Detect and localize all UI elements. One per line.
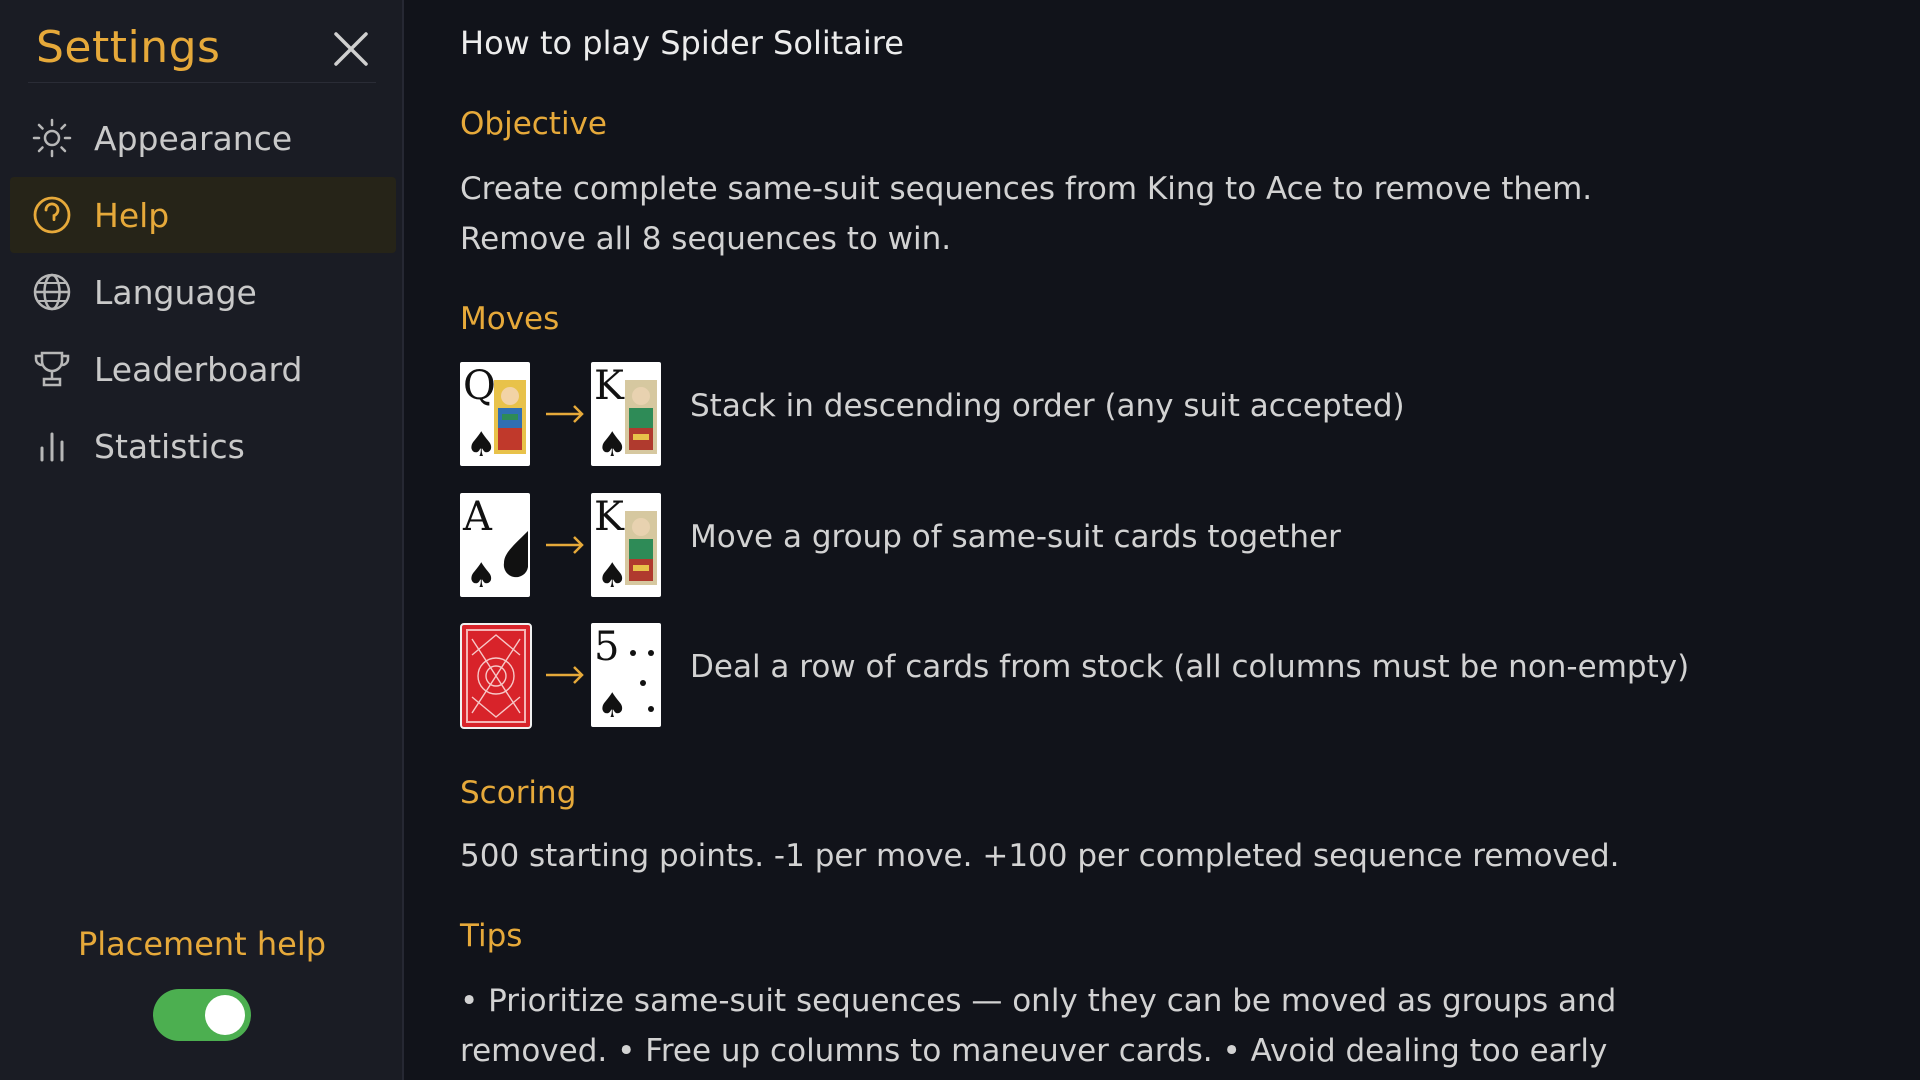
close-icon[interactable] bbox=[328, 26, 374, 72]
arrow-right-icon bbox=[546, 405, 584, 423]
spade-pips-icon bbox=[630, 650, 654, 712]
settings-nav: Appearance Help Language Leaderboard Sta… bbox=[10, 100, 396, 485]
sidebar-item-label: Appearance bbox=[94, 118, 293, 158]
sidebar-item-appearance[interactable]: Appearance bbox=[10, 100, 396, 176]
sidebar-item-help[interactable]: Help bbox=[10, 177, 396, 253]
settings-sidebar: Settings Appearance Help Language Leader… bbox=[0, 0, 404, 1080]
objective-line-1: Create complete same-suit sequences from… bbox=[460, 171, 1593, 207]
sun-icon bbox=[30, 116, 74, 160]
arrow-right-icon bbox=[546, 666, 584, 684]
ace-of-spades-card: A ♠ bbox=[460, 493, 530, 597]
move-description: Move a group of same-suit cards together bbox=[690, 519, 1341, 555]
large-spade-icon bbox=[503, 531, 528, 578]
scoring-text: 500 starting points. -1 per move. +100 p… bbox=[460, 838, 1620, 874]
sidebar-item-label: Language bbox=[94, 272, 257, 312]
arrow-right-icon bbox=[546, 536, 584, 554]
help-icon bbox=[30, 193, 74, 237]
king-art-icon bbox=[625, 380, 657, 454]
settings-title: Settings bbox=[36, 22, 221, 73]
card-rank: K bbox=[594, 494, 624, 540]
moves-heading: Moves bbox=[460, 301, 560, 337]
king-of-spades-card: K ♠ bbox=[591, 362, 661, 466]
trophy-icon bbox=[30, 347, 74, 391]
globe-icon bbox=[30, 270, 74, 314]
king-of-spades-card: K ♠ bbox=[591, 493, 661, 597]
tips-line-1: • Prioritize same-suit sequences — only … bbox=[460, 983, 1617, 1019]
toggle-knob bbox=[205, 995, 245, 1035]
help-content: How to play Spider Solitaire Objective C… bbox=[460, 0, 1880, 1080]
five-of-spades-card: 5 ♠ bbox=[591, 623, 661, 727]
scoring-heading: Scoring bbox=[460, 775, 577, 811]
sidebar-item-label: Statistics bbox=[94, 426, 245, 466]
tips-heading: Tips bbox=[460, 918, 523, 954]
sidebar-item-leaderboard[interactable]: Leaderboard bbox=[10, 331, 396, 407]
move-row: A ♠ K ♠ Move a group of same-suit cards … bbox=[460, 493, 1860, 599]
page-title: How to play Spider Solitaire bbox=[460, 24, 904, 62]
card-rank: Q bbox=[463, 363, 496, 409]
move-row: 5 ♠ Deal a row of cards from stock (all … bbox=[460, 623, 1860, 729]
move-description: Deal a row of cards from stock (all colu… bbox=[690, 649, 1690, 685]
queen-of-spades-card: Q ♠ bbox=[460, 362, 530, 466]
card-rank: 5 bbox=[594, 624, 620, 670]
tips-line-2: removed. • Free up columns to maneuver c… bbox=[460, 1033, 1608, 1069]
sidebar-item-label: Leaderboard bbox=[94, 349, 303, 389]
card-back-pattern-icon bbox=[466, 629, 526, 723]
card-back bbox=[460, 623, 532, 729]
card-rank: K bbox=[594, 363, 624, 409]
move-description: Stack in descending order (any suit acce… bbox=[690, 388, 1405, 424]
sidebar-item-statistics[interactable]: Statistics bbox=[10, 408, 396, 484]
sidebar-item-language[interactable]: Language bbox=[10, 254, 396, 330]
move-row: Q ♠ K ♠ Stack in descending order (any s… bbox=[460, 362, 1860, 468]
bar-chart-icon bbox=[30, 424, 74, 468]
placement-help-toggle[interactable] bbox=[153, 989, 251, 1041]
sidebar-item-label: Help bbox=[94, 195, 170, 235]
placement-help: Placement help bbox=[0, 925, 404, 1041]
sidebar-header: Settings bbox=[28, 14, 376, 83]
card-rank: A bbox=[463, 494, 492, 540]
king-art-icon bbox=[625, 511, 657, 585]
objective-heading: Objective bbox=[460, 106, 607, 142]
queen-art-icon bbox=[494, 380, 526, 454]
objective-line-2: Remove all 8 sequences to win. bbox=[460, 221, 952, 257]
placement-help-label: Placement help bbox=[77, 925, 327, 963]
